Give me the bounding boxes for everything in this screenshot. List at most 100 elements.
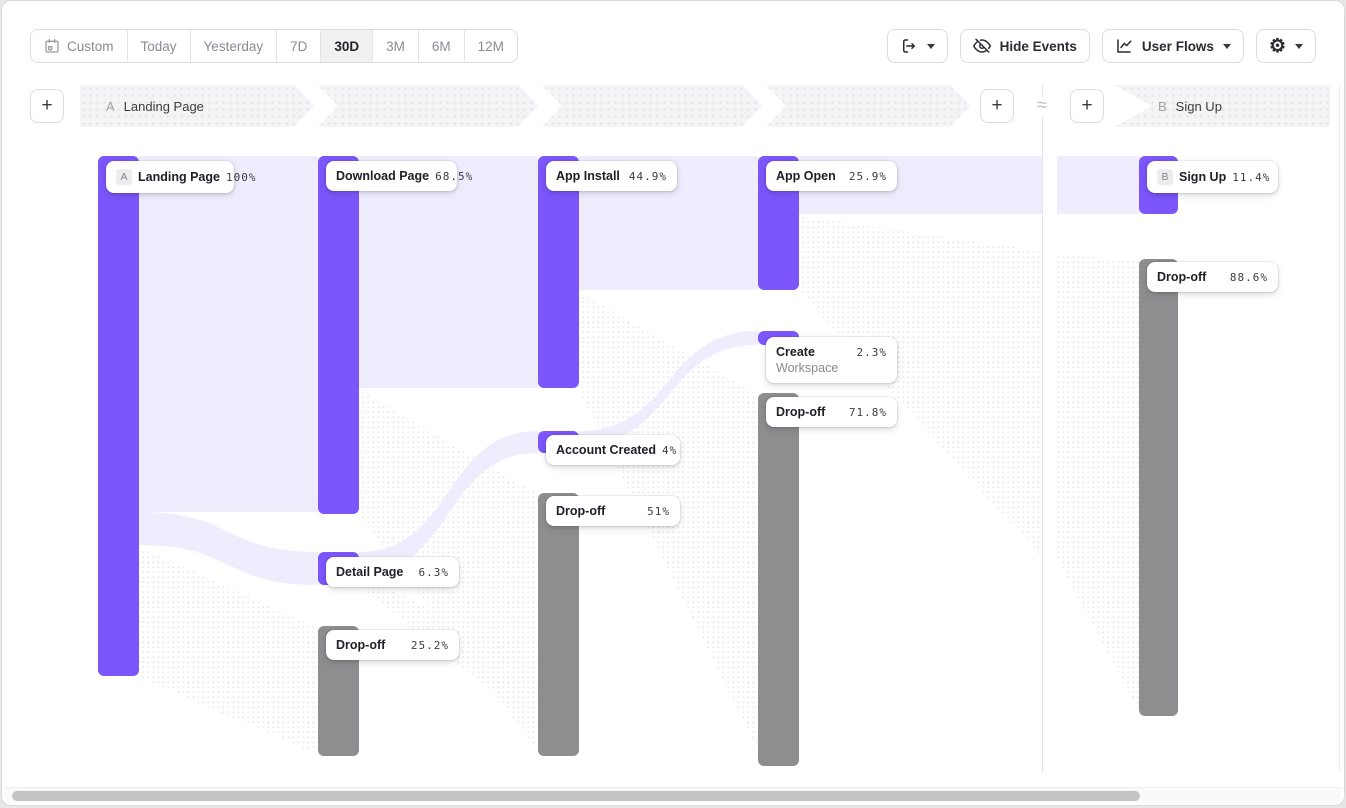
sequence-gap-symbol: ≈ — [1031, 95, 1053, 117]
toolbar-right-group: Hide Events User Flows ⚙ — [887, 29, 1316, 63]
date-range-label: 6M — [432, 39, 451, 54]
node-name: App Open — [776, 169, 836, 183]
date-range-label: Today — [141, 39, 177, 54]
flow-landing-detail — [139, 512, 318, 585]
steps-header: + A Landing Page + ≈ + B Sign Up — [2, 85, 1344, 127]
date-range-7d[interactable]: 7D — [277, 30, 321, 62]
node-label-dropB[interactable]: Drop-off 88.6% — [1147, 262, 1278, 292]
dropoff-bar-drop3[interactable] — [538, 493, 579, 756]
node-label-createws[interactable]: Create 2.3% Workspace — [766, 337, 897, 383]
date-range-label: Yesterday — [204, 39, 264, 54]
caret-down-icon — [1295, 44, 1303, 49]
step-label: Landing Page — [124, 99, 204, 114]
user-flows-label: User Flows — [1142, 39, 1214, 54]
date-range-today[interactable]: Today — [128, 30, 191, 62]
user-flows-button[interactable]: User Flows — [1102, 29, 1244, 63]
node-label-signup[interactable]: BSign Up11.4% — [1147, 161, 1278, 193]
h-scrollbar[interactable] — [5, 787, 1341, 802]
node-label-drop3[interactable]: Drop-off51% — [546, 496, 680, 526]
node-name: Create — [776, 345, 815, 359]
node-value: 4% — [662, 444, 677, 457]
step-label: Sign Up — [1176, 99, 1222, 114]
section-divider — [1042, 85, 1043, 773]
date-range-label: Custom — [67, 39, 114, 54]
h-scrollbar-thumb[interactable] — [12, 791, 1140, 801]
flows-chart-icon — [1115, 37, 1133, 55]
node-name: Download Page — [336, 169, 429, 183]
step-badge: A — [106, 99, 115, 114]
date-range-12m[interactable]: 12M — [465, 30, 517, 62]
hide-events-label: Hide Events — [1000, 39, 1077, 54]
node-label-drop4[interactable]: Drop-off 71.8% — [766, 397, 897, 427]
caret-down-icon — [1223, 44, 1231, 49]
date-range-label: 30D — [334, 39, 359, 54]
step-segment-a[interactable]: A Landing Page — [80, 85, 314, 127]
node-name: Account Created — [556, 443, 656, 457]
node-name-line2: Workspace — [776, 361, 838, 375]
date-range-30d[interactable]: 30D — [321, 30, 373, 62]
node-name: Detail Page — [336, 565, 403, 579]
date-range-custom[interactable]: Custom — [31, 30, 128, 62]
node-name: App Install — [556, 169, 620, 183]
node-label-appopen[interactable]: App Open 25.9% — [766, 161, 897, 191]
dropoff-flow-appopen — [799, 216, 1042, 557]
event-bar-download[interactable] — [318, 156, 359, 514]
add-step-button-left[interactable]: + — [30, 89, 64, 123]
export-icon — [900, 37, 918, 55]
flow-in-signup — [1057, 156, 1139, 214]
date-range-label: 12M — [478, 39, 504, 54]
step-segment-3[interactable] — [542, 85, 762, 127]
flow-detail-account — [359, 431, 538, 574]
dropoff-flow-signup — [1057, 253, 1139, 711]
export-button[interactable] — [887, 29, 948, 63]
node-label-download[interactable]: Download Page68.5% — [326, 161, 457, 191]
node-badge: A — [116, 169, 132, 185]
step-segment-4[interactable] — [766, 85, 970, 127]
dropoff-flow-landing — [139, 547, 318, 754]
date-range-3m[interactable]: 3M — [373, 30, 419, 62]
node-value: 25.9% — [849, 170, 887, 183]
node-value: 68.5% — [435, 170, 473, 183]
step-segment-2[interactable] — [318, 85, 538, 127]
caret-down-icon — [927, 44, 935, 49]
node-value: 2.3% — [857, 346, 888, 359]
event-bar-landing[interactable] — [98, 156, 139, 676]
step-segment-b[interactable]: B Sign Up — [1114, 85, 1330, 127]
node-label-account[interactable]: Account Created 4% — [546, 435, 680, 465]
hide-events-button[interactable]: Hide Events — [960, 29, 1090, 63]
add-step-button-b[interactable]: + — [1070, 89, 1104, 123]
date-range-6m[interactable]: 6M — [419, 30, 465, 62]
toolbar: Custom Today Yesterday 7D 30D 3M 6M 12M — [2, 1, 1344, 77]
date-range-picker: Custom Today Yesterday 7D 30D 3M 6M 12M — [30, 29, 518, 63]
user-flows-app: Custom Today Yesterday 7D 30D 3M 6M 12M — [1, 0, 1345, 806]
node-value: 44.9% — [629, 170, 667, 183]
dropoff-bar-drop4[interactable] — [758, 393, 799, 766]
node-value: 88.6% — [1230, 271, 1268, 284]
eye-off-icon — [973, 37, 991, 55]
node-label-drop2[interactable]: Drop-off 25.2% — [326, 630, 459, 660]
calendar-icon — [44, 38, 60, 54]
node-name: Drop-off — [776, 405, 825, 419]
node-label-appinstall[interactable]: App Install 44.9% — [546, 161, 677, 191]
flow-landing-download — [139, 156, 318, 512]
node-name: Drop-off — [1157, 270, 1206, 284]
settings-button[interactable]: ⚙ — [1256, 29, 1316, 63]
node-value: 25.2% — [411, 639, 449, 652]
node-name: Drop-off — [336, 638, 385, 652]
node-badge: B — [1157, 169, 1173, 185]
flow-account-createws — [579, 331, 758, 445]
gear-icon: ⚙ — [1269, 37, 1286, 56]
step-badge: B — [1158, 99, 1167, 114]
dropoff-bar-dropB[interactable] — [1139, 259, 1178, 716]
node-value: 11.4% — [1232, 171, 1270, 184]
node-value: 6.3% — [419, 566, 450, 579]
right-edge-divider — [1339, 85, 1340, 773]
node-label-landing[interactable]: ALanding Page100% — [106, 161, 234, 193]
date-range-label: 3M — [386, 39, 405, 54]
node-label-detail[interactable]: Detail Page 6.3% — [326, 557, 459, 587]
date-range-yesterday[interactable]: Yesterday — [191, 30, 278, 62]
node-name: Drop-off — [556, 504, 605, 518]
date-range-label: 7D — [290, 39, 307, 54]
node-value: 71.8% — [849, 406, 887, 419]
add-step-button-a[interactable]: + — [980, 89, 1014, 123]
